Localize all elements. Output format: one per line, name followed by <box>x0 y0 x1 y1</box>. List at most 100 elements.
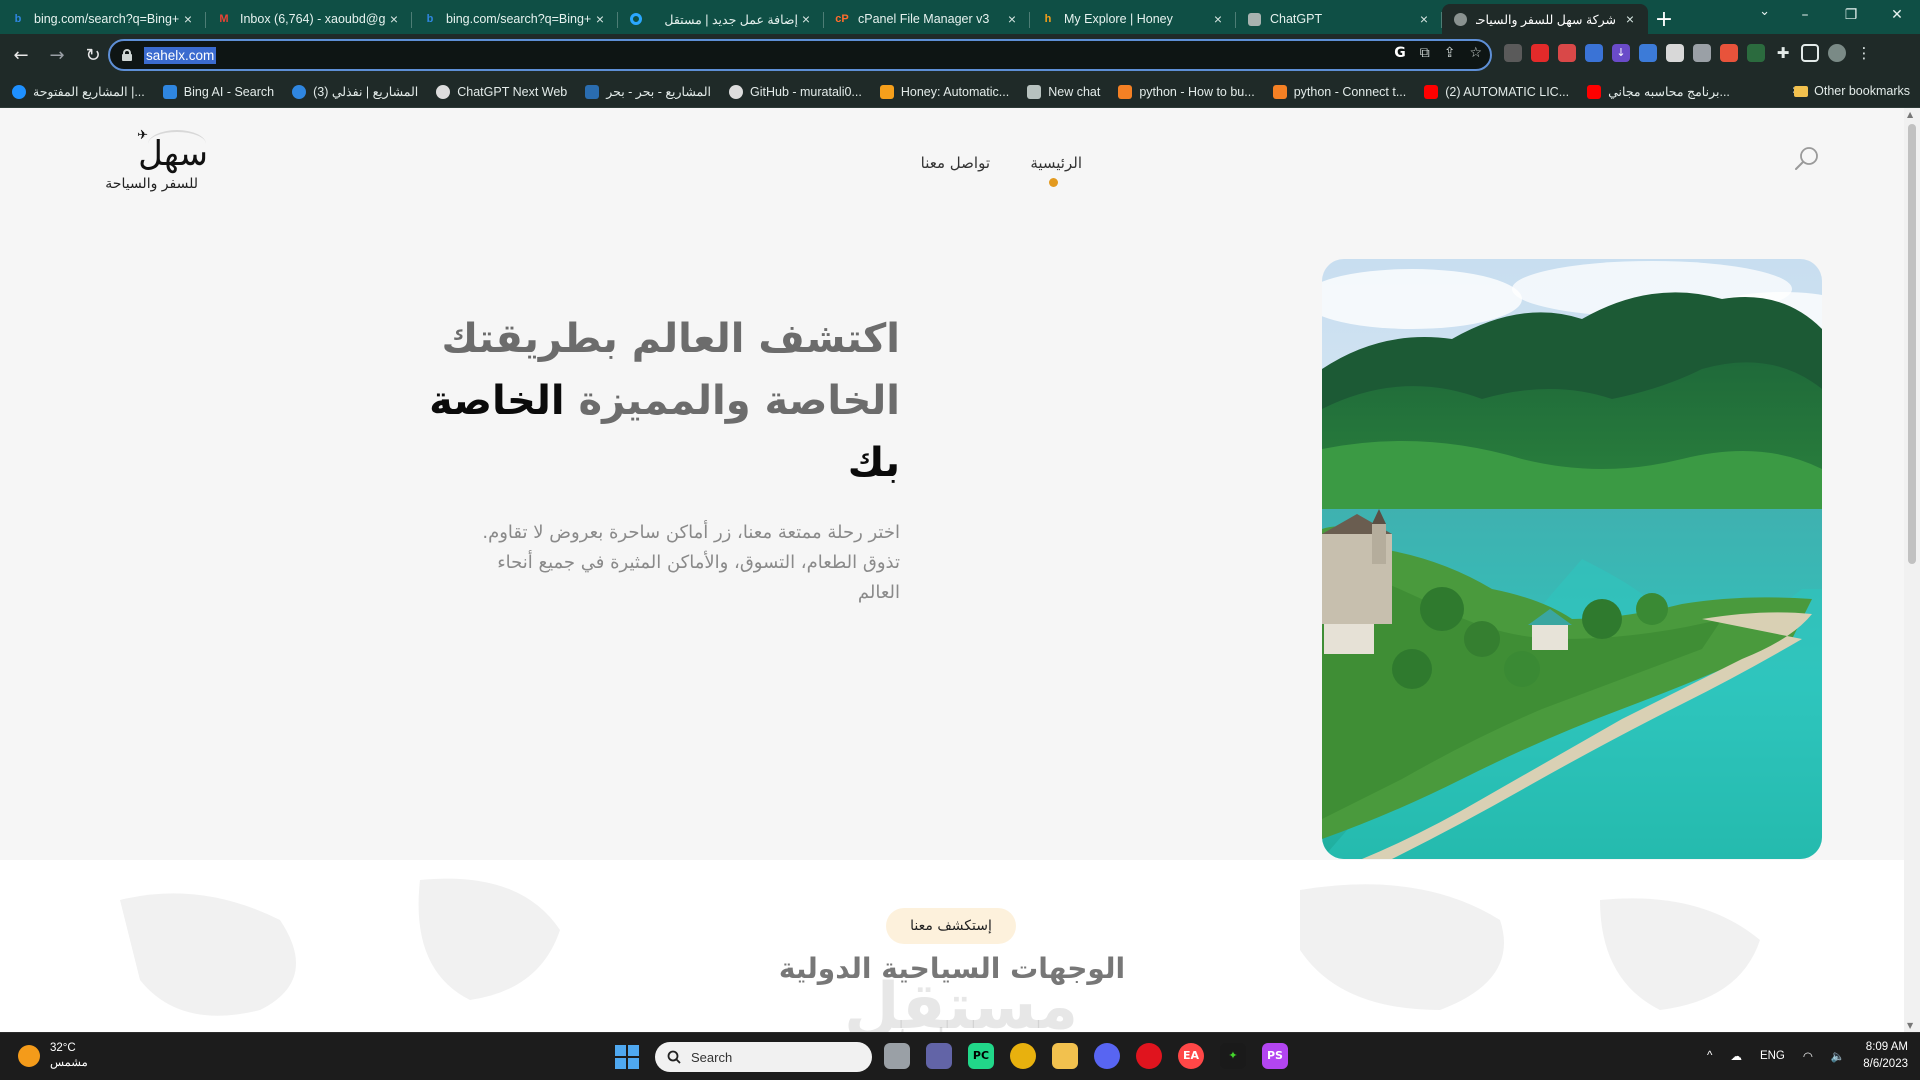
other-bookmarks[interactable]: Other bookmarks <box>1794 84 1910 98</box>
puzzle-icon[interactable]: ✚ <box>1774 44 1792 62</box>
translate-icon[interactable]: ⧉ <box>1420 45 1430 61</box>
phpstorm-icon[interactable]: PS <box>1262 1043 1288 1069</box>
restore-icon[interactable]: ❐ <box>1828 0 1874 30</box>
close-icon[interactable]: × <box>1210 11 1226 27</box>
bookmark-item[interactable]: Honey: Automatic... <box>879 84 1009 99</box>
browser-tab[interactable]: إضافة عمل جديد | مستقل × <box>618 4 824 34</box>
extension-icon[interactable] <box>1747 44 1765 62</box>
language-indicator[interactable]: ENG <box>1760 1050 1785 1062</box>
bookmark-item[interactable]: GitHub - muratali0... <box>729 84 862 99</box>
extension-icon[interactable] <box>1558 44 1576 62</box>
tab-title: My Explore | Honey <box>1064 12 1173 26</box>
ea-icon[interactable]: EA <box>1178 1043 1204 1069</box>
google-icon[interactable]: G <box>1394 45 1406 61</box>
bookmark-item[interactable]: python - How to bu... <box>1118 84 1255 99</box>
extension-icon[interactable] <box>1666 44 1684 62</box>
close-window-icon[interactable]: ✕ <box>1874 0 1920 30</box>
menu-icon[interactable]: ⋮ <box>1855 44 1873 62</box>
back-icon[interactable]: ← <box>6 40 36 70</box>
address-bar[interactable]: sahelx.com G ⧉ ⇪ ☆ <box>108 39 1492 71</box>
nav-home[interactable]: الرئيسية <box>1030 154 1082 172</box>
weather-widget[interactable]: 32°C مشمس <box>18 1041 88 1071</box>
download-icon[interactable]: ↓ <box>1612 44 1630 62</box>
browser-tab[interactable]: h My Explore | Honey × <box>1030 4 1236 34</box>
tab-title: ChatGPT <box>1270 12 1323 26</box>
logo-main-text: سهل <box>138 134 208 174</box>
minimize-icon[interactable]: – <box>1782 0 1828 30</box>
volume-icon[interactable]: 🔈 <box>1831 1049 1845 1063</box>
bookmark-item[interactable]: New chat <box>1027 84 1100 99</box>
browser-tab[interactable]: b bing.com/search?q=Bing+ × <box>0 4 206 34</box>
hero-title-line3: بك <box>847 440 900 486</box>
close-icon[interactable]: × <box>180 11 196 27</box>
new-tab-button[interactable]: + <box>1648 4 1680 34</box>
bookmark-item[interactable]: (2) AUTOMATIC LIC... <box>1424 84 1569 99</box>
window-controls: – ❐ ✕ <box>1782 0 1920 34</box>
nav-contact[interactable]: تواصل معنا <box>921 154 990 172</box>
site-logo[interactable]: ✈ سهل للسفر والسياحة <box>78 128 208 198</box>
task-view-icon[interactable] <box>884 1043 910 1069</box>
extension-icon[interactable] <box>1585 44 1603 62</box>
browser-tab[interactable]: ChatGPT × <box>1236 4 1442 34</box>
pycharm-icon[interactable]: PC <box>968 1043 994 1069</box>
bookmark-item[interactable]: المشاريع المفتوحة |... <box>12 84 145 99</box>
destinations-section: إستكشف معنا الوجهات السياحية الدولية مست… <box>0 860 1904 1032</box>
bookmark-label: (3) المشاريع | نفذلي <box>313 85 419 99</box>
bookmark-item[interactable]: (3) المشاريع | نفذلي <box>292 84 418 99</box>
mostaql-icon <box>628 11 644 27</box>
url-text[interactable]: sahelx.com <box>144 46 217 64</box>
close-icon[interactable]: × <box>1416 11 1432 27</box>
start-button[interactable] <box>615 1045 639 1069</box>
close-icon[interactable]: × <box>386 11 402 27</box>
chrome-icon[interactable] <box>1010 1043 1036 1069</box>
wifi-icon[interactable]: ◠ <box>1803 1049 1813 1063</box>
browser-tab[interactable]: b bing.com/search?q=Bing+ × <box>412 4 618 34</box>
search-icon[interactable] <box>1794 146 1820 172</box>
extension-icon[interactable] <box>1531 44 1549 62</box>
stackoverflow-icon <box>1272 84 1287 99</box>
close-icon[interactable]: × <box>798 11 814 27</box>
file-explorer-icon[interactable] <box>1052 1043 1078 1069</box>
chevron-up-icon[interactable]: ^ <box>1707 1050 1712 1062</box>
browser-tab[interactable]: M Inbox (6,764) - xaoubd@g × <box>206 4 412 34</box>
page-scrollbar[interactable]: ▲ ▼ <box>1904 108 1920 1032</box>
scroll-up-icon[interactable]: ▲ <box>1907 110 1913 119</box>
forward-icon[interactable]: → <box>42 40 72 70</box>
scroll-down-icon[interactable]: ▼ <box>1907 1021 1913 1030</box>
scrollbar-thumb[interactable] <box>1908 124 1916 564</box>
extension-icon[interactable] <box>1693 44 1711 62</box>
mostaql-icon <box>12 84 26 99</box>
bookmark-item[interactable]: المشاريع - بحر - بحر <box>585 84 711 99</box>
clock[interactable]: 8:09 AM 8/6/2023 <box>1863 1039 1908 1073</box>
reload-icon[interactable]: ↻ <box>78 40 108 70</box>
chatgpt-icon <box>1027 84 1042 99</box>
gmail-icon: M <box>219 13 229 25</box>
close-icon[interactable]: × <box>592 11 608 27</box>
onedrive-icon[interactable]: ☁ <box>1730 1049 1742 1063</box>
discord-icon[interactable] <box>1094 1043 1120 1069</box>
sidepanel-icon[interactable] <box>1801 44 1819 62</box>
teams-icon[interactable] <box>926 1043 952 1069</box>
extension-icon[interactable] <box>1639 44 1657 62</box>
extension-icon[interactable] <box>1720 44 1738 62</box>
razer-icon[interactable]: ✦ <box>1220 1043 1246 1069</box>
star-icon[interactable]: ☆ <box>1469 45 1482 61</box>
share-icon[interactable]: ⇪ <box>1444 45 1456 61</box>
tab-search-icon[interactable]: ⌄ <box>1759 4 1770 19</box>
weather-condition: مشمس <box>50 1057 88 1069</box>
folder-icon <box>1794 85 1809 97</box>
opera-icon[interactable] <box>1136 1043 1162 1069</box>
close-icon[interactable]: × <box>1004 11 1020 27</box>
browser-tab[interactable]: cP cPanel File Manager v3 × <box>824 4 1030 34</box>
bookmark-item[interactable]: Bing AI - Search <box>162 84 274 99</box>
browser-tab-active[interactable]: شركة سهل للسفر والسياحة × <box>1442 4 1648 34</box>
bookmark-item[interactable]: برنامج محاسبه مجاني... <box>1587 84 1730 99</box>
bookmark-item[interactable]: python - Connect t... <box>1272 84 1406 99</box>
taskbar-search[interactable]: Search <box>655 1042 872 1072</box>
close-icon[interactable]: × <box>1622 11 1638 27</box>
avatar[interactable] <box>1828 44 1846 62</box>
bookmark-label: python - How to bu... <box>1139 84 1255 99</box>
extension-icon[interactable] <box>1504 44 1522 62</box>
bookmark-item[interactable]: ChatGPT Next Web <box>436 84 567 99</box>
other-bookmarks-label: Other bookmarks <box>1814 84 1910 98</box>
